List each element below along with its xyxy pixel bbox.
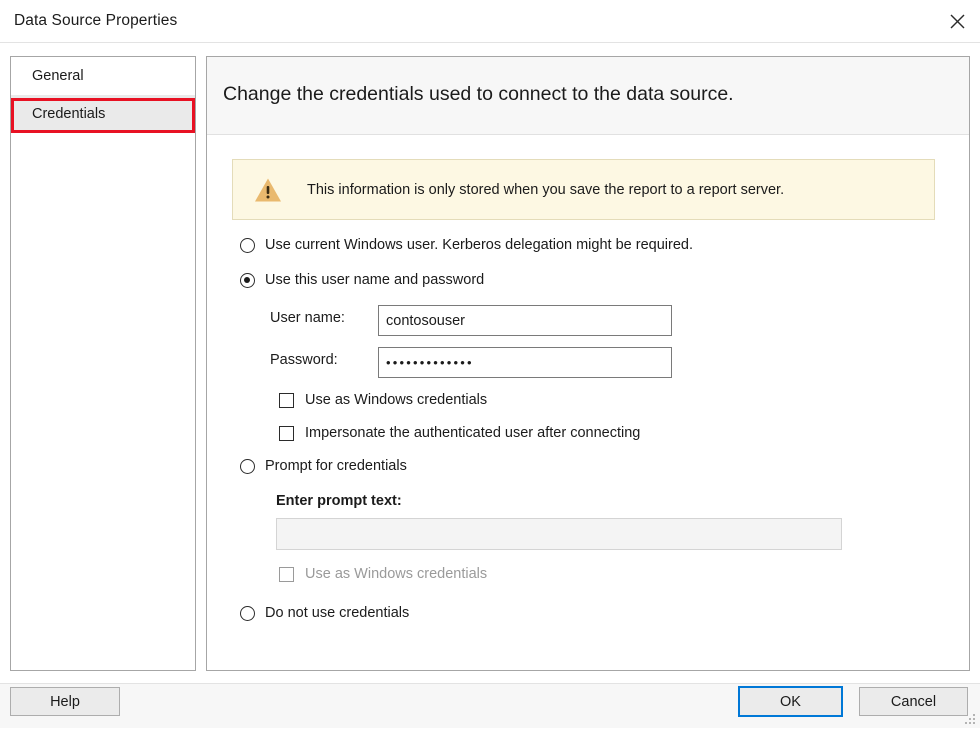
checkbox-impersonate-authenticated-user[interactable]: [279, 426, 294, 441]
password-label: Password:: [270, 352, 338, 368]
prompt-text-label-row: Enter prompt text:: [276, 493, 402, 509]
prompt-text-label: Enter prompt text:: [276, 493, 402, 509]
checkbox-row-prompt-use-as-windows-credentials[interactable]: Use as Windows credentials: [279, 566, 487, 582]
warning-banner: This information is only stored when you…: [232, 159, 935, 220]
cancel-button[interactable]: Cancel: [859, 687, 968, 716]
close-icon: [950, 14, 965, 29]
sidebar-item-general[interactable]: General: [11, 57, 195, 95]
user-name-label: User name:: [270, 310, 345, 326]
radio-do-not-use-credentials[interactable]: [240, 606, 255, 621]
option-use-current-windows-user[interactable]: Use current Windows user. Kerberos deleg…: [240, 237, 693, 253]
category-list: General Credentials: [10, 56, 196, 671]
checkbox-label: Use as Windows credentials: [305, 566, 487, 582]
option-do-not-use-credentials[interactable]: Do not use credentials: [240, 605, 409, 621]
user-name-row: User name:: [270, 310, 345, 326]
title-bar: Data Source Properties: [0, 0, 980, 43]
sidebar-item-credentials[interactable]: Credentials: [11, 95, 195, 133]
checkbox-label: Impersonate the authenticated user after…: [305, 425, 640, 441]
window-title: Data Source Properties: [14, 12, 177, 30]
checkbox-use-as-windows-credentials[interactable]: [279, 393, 294, 408]
help-button[interactable]: Help: [10, 687, 120, 716]
option-use-user-name-password[interactable]: Use this user name and password: [240, 272, 484, 288]
page-title: Change the credentials used to connect t…: [223, 83, 734, 106]
resize-grip-icon[interactable]: [965, 713, 977, 725]
dialog-body: General Credentials Change the credentia…: [0, 43, 980, 683]
checkbox-label: Use as Windows credentials: [305, 392, 487, 408]
password-input[interactable]: •••••••••••••: [378, 347, 672, 378]
password-row: Password:: [270, 352, 338, 368]
user-name-input[interactable]: [378, 305, 672, 336]
option-label: Do not use credentials: [265, 605, 409, 621]
prompt-text-input[interactable]: [276, 518, 842, 550]
content-panel: Change the credentials used to connect t…: [206, 56, 970, 671]
sidebar-item-label: Credentials: [32, 106, 105, 122]
radio-prompt-for-credentials[interactable]: [240, 459, 255, 474]
option-label: Prompt for credentials: [265, 458, 407, 474]
content-header: Change the credentials used to connect t…: [207, 57, 969, 135]
checkbox-row-impersonate-authenticated-user[interactable]: Impersonate the authenticated user after…: [279, 425, 640, 441]
close-button[interactable]: [934, 0, 980, 42]
option-prompt-for-credentials[interactable]: Prompt for credentials: [240, 458, 407, 474]
warning-text: This information is only stored when you…: [307, 182, 784, 198]
option-label: Use current Windows user. Kerberos deleg…: [265, 237, 693, 253]
checkbox-prompt-use-as-windows-credentials[interactable]: [279, 567, 294, 582]
ok-button[interactable]: OK: [738, 686, 843, 717]
option-label: Use this user name and password: [265, 272, 484, 288]
radio-use-current-windows-user[interactable]: [240, 238, 255, 253]
warning-triangle-icon: [254, 177, 282, 203]
sidebar-item-label: General: [32, 68, 84, 84]
checkbox-row-use-as-windows-credentials[interactable]: Use as Windows credentials: [279, 392, 487, 408]
radio-use-user-name-password[interactable]: [240, 273, 255, 288]
